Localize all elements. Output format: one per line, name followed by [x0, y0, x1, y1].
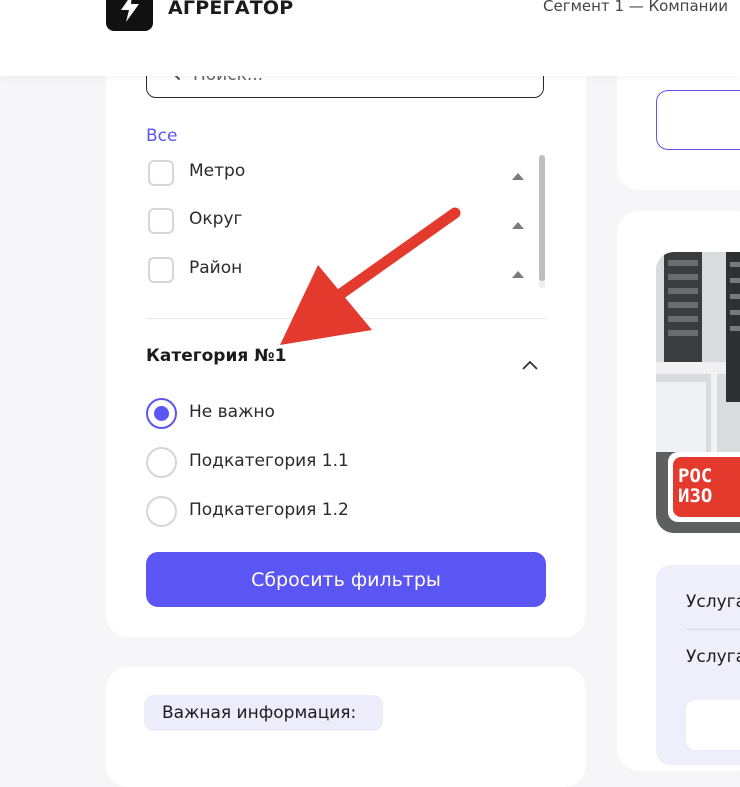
radio-label: Не важно [189, 402, 275, 422]
service-item[interactable]: Услуга [686, 592, 740, 612]
info-badge-label: Важная информация: [162, 703, 357, 723]
checkbox[interactable] [148, 160, 174, 186]
roziso-line-2: ИЗО [678, 485, 713, 507]
radio-button[interactable] [146, 447, 177, 478]
checkbox-label: Метро [189, 161, 246, 181]
service-button[interactable] [686, 700, 740, 750]
divider [146, 318, 546, 319]
radio-button[interactable] [146, 496, 177, 527]
lightning-icon [120, 0, 139, 22]
filter-panel [106, 20, 586, 637]
logo[interactable] [106, 0, 153, 31]
segment-breadcrumb[interactable]: Сегмент 1 — Компании [543, 0, 728, 15]
service-item[interactable]: Услуга [686, 647, 740, 667]
checkbox[interactable] [148, 208, 174, 234]
category-title: Категория №1 [146, 346, 287, 366]
logo-title: АГРЕГАТОР [168, 0, 294, 19]
radio-label: Подкатегория 1.2 [189, 500, 349, 520]
triangle-up-icon[interactable] [512, 173, 524, 180]
checkbox[interactable] [148, 257, 174, 283]
roziso-badge: РОС ИЗО [673, 457, 740, 517]
header-bar: АГРЕГАТОР Сегмент 1 — Компании [0, 0, 740, 76]
reset-filters-button[interactable]: Сбросить фильтры [146, 552, 546, 607]
scrollbar-thumb[interactable] [539, 155, 545, 281]
triangle-up-icon[interactable] [512, 271, 524, 278]
divider [686, 629, 740, 630]
right-input-field[interactable] [656, 90, 740, 150]
radio-button[interactable] [146, 398, 177, 429]
checkbox-label: Район [189, 258, 243, 278]
triangle-up-icon[interactable] [512, 222, 524, 229]
select-all-link[interactable]: Все [146, 126, 177, 146]
roziso-line-1: РОС [678, 465, 713, 487]
checkbox-label: Округ [189, 209, 243, 229]
radio-label: Подкатегория 1.1 [189, 451, 349, 471]
chevron-up-icon[interactable] [520, 358, 540, 372]
